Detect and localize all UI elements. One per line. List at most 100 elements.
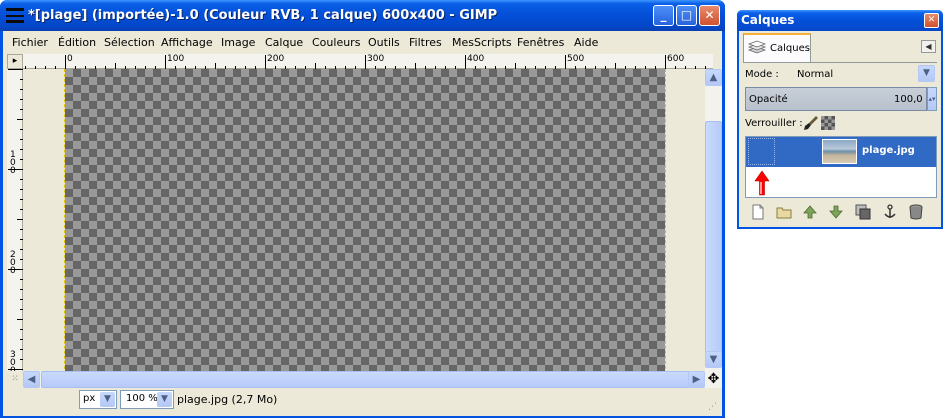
anchor-icon[interactable]	[881, 203, 899, 221]
image-boundary-left	[64, 69, 65, 399]
ruler-tick	[8, 169, 23, 170]
ruler-h-label: 100	[167, 54, 185, 64]
zoom-select[interactable]: 100 % ▼	[120, 390, 174, 409]
tab-label: Calques	[770, 43, 810, 54]
resize-grip-icon[interactable]: ⋰	[708, 402, 717, 412]
window-frame: Fichier Édition Sélection Affichage Imag…	[3, 31, 722, 416]
ruler-v-label: 2 0 0	[10, 250, 16, 276]
duplicate-layer-icon[interactable]	[854, 203, 872, 221]
layers-frame: Calques ◀ Mode : Normal ▼ Opacité 100,0 …	[739, 31, 941, 227]
ruler-tick	[265, 55, 266, 69]
horizontal-scroll-thumb[interactable]	[41, 371, 691, 388]
ruler-tick	[465, 55, 466, 69]
menu-aide[interactable]: Aide	[574, 36, 598, 49]
ruler-h-label: 500	[567, 54, 585, 64]
layer-row[interactable]: plage.jpg	[746, 137, 936, 167]
maximize-button[interactable]: □	[676, 5, 697, 26]
folder-icon[interactable]	[775, 203, 793, 221]
ruler-tick	[8, 69, 23, 70]
ruler-tick	[565, 55, 566, 69]
ruler-tick	[365, 55, 366, 69]
new-layer-icon[interactable]	[749, 203, 767, 221]
lock-label: Verrouiller :	[745, 118, 803, 129]
chevron-down-icon[interactable]: ▼	[157, 392, 172, 407]
opacity-label: Opacité	[749, 94, 788, 105]
canvas-area[interactable]	[23, 69, 713, 399]
brush-icon[interactable]	[803, 115, 819, 131]
navigate-icon[interactable]: ✥	[705, 371, 722, 388]
menu-selection[interactable]: Sélection	[104, 36, 155, 49]
window-title: *[plage] (importée)-1.0 (Couleur RVB, 1 …	[28, 8, 498, 23]
menu-outils[interactable]: Outils	[368, 36, 400, 49]
image-boundary-right	[665, 69, 666, 399]
menu-couleurs[interactable]: Couleurs	[312, 36, 360, 49]
close-button[interactable]: ✕	[699, 5, 720, 26]
zoom-value: 100 %	[126, 393, 158, 404]
status-bar: px ▼ 100 % ▼ plage.jpg (2,7 Mo) ⋰	[3, 388, 722, 416]
opacity-value: 100,0	[894, 94, 923, 105]
ruler-tick	[8, 369, 23, 370]
ruler-h-label: 200	[267, 54, 285, 64]
tab-divider	[743, 62, 937, 63]
layers-toolbar	[743, 203, 939, 223]
scroll-right-button[interactable]: ▶	[688, 371, 705, 388]
chevron-down-icon[interactable]: ▼	[100, 392, 115, 407]
layer-visibility-toggle[interactable]	[748, 138, 775, 165]
layers-title-bar[interactable]: Calques ✕	[737, 10, 943, 31]
horizontal-ruler[interactable]: 0 100 200 300 400 500 600	[23, 54, 713, 69]
minimize-button[interactable]: _	[653, 5, 674, 26]
unit-select[interactable]: px ▼	[79, 390, 117, 409]
menu-edition[interactable]: Édition	[58, 36, 96, 49]
red-arrow-icon	[754, 170, 770, 196]
unit-value: px	[83, 393, 96, 404]
menu-bar: Fichier Édition Sélection Affichage Imag…	[3, 31, 722, 53]
ruler-v-label: 1 0 0	[10, 150, 16, 176]
ruler-h-label: 600	[667, 54, 685, 64]
lower-layer-icon[interactable]	[827, 203, 845, 221]
mode-value: Normal	[797, 69, 834, 80]
opacity-spinner[interactable]: ▴▾	[927, 87, 937, 111]
ruler-corner-button[interactable]: ▸	[7, 54, 23, 69]
scroll-down-button[interactable]: ▼	[705, 351, 722, 368]
alpha-lock-icon[interactable]	[821, 116, 835, 130]
gimp-window-icon[interactable]	[6, 6, 24, 24]
mode-select[interactable]: Normal	[797, 65, 937, 82]
trash-icon[interactable]	[907, 203, 925, 221]
ruler-tick	[8, 269, 23, 270]
menu-affichage[interactable]: Affichage	[161, 36, 213, 49]
ruler-tick	[165, 55, 166, 69]
layers-title: Calques	[741, 13, 795, 27]
scroll-up-button[interactable]: ▲	[705, 69, 722, 86]
opacity-slider[interactable]: Opacité 100,0	[745, 87, 927, 111]
ruler-h-label: 400	[467, 54, 485, 64]
title-bar[interactable]: *[plage] (importée)-1.0 (Couleur RVB, 1 …	[0, 0, 725, 31]
gimp-image-window: *[plage] (importée)-1.0 (Couleur RVB, 1 …	[0, 0, 725, 418]
menu-image[interactable]: Image	[221, 36, 255, 49]
ruler-tick	[65, 55, 66, 69]
layer-name[interactable]: plage.jpg	[862, 145, 915, 156]
layers-stack-icon	[747, 40, 767, 54]
menu-fenetres[interactable]: Fenêtres	[517, 36, 564, 49]
ruler-tick	[665, 55, 666, 69]
menu-filtres[interactable]: Filtres	[409, 36, 442, 49]
ruler-h-label: 300	[367, 54, 385, 64]
layers-dialog: Calques ✕ Calques ◀ Mode : Normal ▼ Opac…	[737, 10, 943, 229]
layer-thumbnail	[822, 139, 857, 164]
mode-label: Mode :	[745, 69, 779, 80]
menu-fichier[interactable]: Fichier	[12, 36, 48, 49]
layer-list[interactable]: plage.jpg	[745, 136, 937, 198]
chevron-down-icon[interactable]: ▼	[918, 65, 935, 82]
vertical-ruler[interactable]: 1 0 0 2 0 0 3 0 0	[7, 69, 23, 400]
status-text: plage.jpg (2,7 Mo)	[177, 393, 278, 406]
menu-calque[interactable]: Calque	[265, 36, 303, 49]
scroll-left-button[interactable]: ◀	[23, 371, 40, 388]
raise-layer-icon[interactable]	[801, 203, 819, 221]
transparent-image-canvas[interactable]	[65, 69, 665, 399]
menu-messcripts[interactable]: MesScripts	[452, 36, 512, 49]
layers-close-button[interactable]: ✕	[924, 13, 939, 28]
panel-menu-button[interactable]: ◀	[921, 40, 936, 53]
tab-calques[interactable]: Calques	[743, 33, 811, 62]
ruler-h-label: 0	[67, 54, 73, 64]
quick-mask-icon[interactable]: ⁙	[7, 371, 23, 388]
vertical-scroll-thumb[interactable]	[705, 121, 722, 356]
